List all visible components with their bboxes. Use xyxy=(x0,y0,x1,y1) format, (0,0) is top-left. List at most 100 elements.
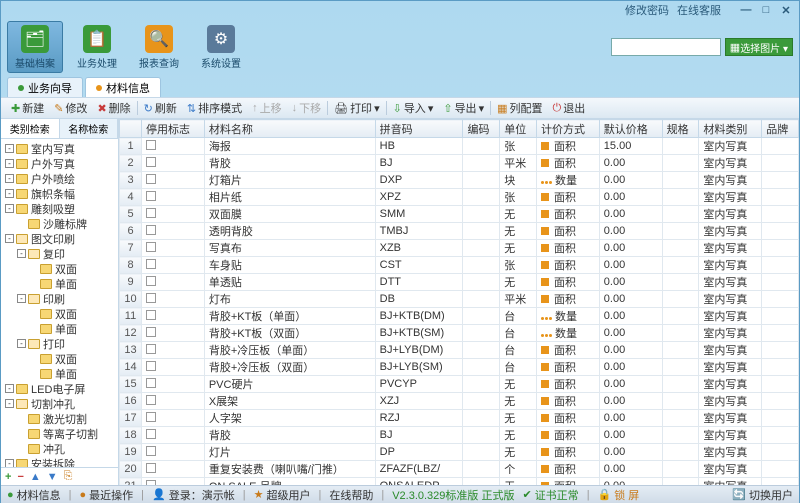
tree-del-button[interactable]: − xyxy=(17,471,23,483)
col-header[interactable]: 编码 xyxy=(463,120,500,138)
tree-item[interactable]: -印刷 xyxy=(3,291,116,306)
table-row[interactable]: 18背胶BJ无 面积0.00室内写真 xyxy=(120,427,799,444)
tree-add-button[interactable]: + xyxy=(5,471,11,483)
disable-checkbox[interactable] xyxy=(146,140,156,150)
sidebar-tab-category[interactable]: 类别检索 xyxy=(1,119,60,138)
tree-up-button[interactable]: ▲ xyxy=(30,471,41,483)
disable-checkbox[interactable] xyxy=(146,225,156,235)
disable-checkbox[interactable] xyxy=(146,242,156,252)
tree-item[interactable]: 单面 xyxy=(3,276,116,291)
table-row[interactable]: 21ON SALE 吊牌ONSALEDP无 面积0.00室内写真 xyxy=(120,478,799,486)
table-row[interactable]: 9单透贴DTT无 面积0.00室内写真 xyxy=(120,274,799,291)
disable-checkbox[interactable] xyxy=(146,327,156,337)
new-button[interactable]: ✚新建 xyxy=(7,99,48,117)
table-row[interactable]: 6透明背胶TMBJ无 面积0.00室内写真 xyxy=(120,223,799,240)
col-header[interactable]: 单位 xyxy=(500,120,537,138)
tree-item[interactable]: -复印 xyxy=(3,246,116,261)
minimize-button[interactable]: — xyxy=(739,4,753,16)
colcfg-button[interactable]: ▦列配置 xyxy=(493,99,546,117)
exit-button[interactable]: ⏻退出 xyxy=(549,99,590,117)
change-password-link[interactable]: 修改密码 xyxy=(625,2,669,18)
tree-item[interactable]: -户外写真 xyxy=(3,156,116,171)
select-image-button[interactable]: ▦ 选择图片 ▾ xyxy=(725,38,793,56)
col-header[interactable]: 停用标志 xyxy=(142,120,205,138)
tree-item[interactable]: 单面 xyxy=(3,321,116,336)
table-row[interactable]: 1海报HB张 面积15.00室内写真 xyxy=(120,138,799,155)
import-button[interactable]: ⇩导入▾ xyxy=(389,99,438,117)
disable-checkbox[interactable] xyxy=(146,191,156,201)
tab-材料信息[interactable]: 材料信息 xyxy=(85,77,161,97)
table-row[interactable]: 17人字架RZJ无 面积0.00室内写真 xyxy=(120,410,799,427)
tree-item[interactable]: 单面 xyxy=(3,366,116,381)
tree-item[interactable]: 双面 xyxy=(3,261,116,276)
tree-item[interactable]: -雕刻吸塑 xyxy=(3,201,116,216)
ribbon-基础档案[interactable]: 🗂基础档案 xyxy=(7,21,63,73)
ribbon-报表查询[interactable]: 🔍报表查询 xyxy=(131,21,187,73)
print-button[interactable]: 🖨打印▾ xyxy=(330,99,384,117)
table-row[interactable]: 5双面膜SMM无 面积0.00室内写真 xyxy=(120,206,799,223)
online-service-link[interactable]: 在线客服 xyxy=(677,2,721,18)
tree-item[interactable]: -旗帜条幅 xyxy=(3,186,116,201)
tree-item[interactable]: 双面 xyxy=(3,306,116,321)
tree-item[interactable]: 激光切割 xyxy=(3,411,116,426)
table-row[interactable]: 14背胶+冷压板（双面）BJ+LYB(SM)台 面积0.00室内写真 xyxy=(120,359,799,376)
export-button[interactable]: ⇧导出▾ xyxy=(439,99,488,117)
col-header[interactable]: 拼音码 xyxy=(375,120,463,138)
table-row[interactable]: 20重复安装费（喇叭嘴/门推）ZFAZF(LBZ/个 面积0.00室内写真 xyxy=(120,461,799,478)
table-row[interactable]: 11背胶+KT板（单面）BJ+KTB(DM)台 数量0.00室内写真 xyxy=(120,308,799,325)
table-row[interactable]: 13背胶+冷压板（单面）BJ+LYB(DM)台 面积0.00室内写真 xyxy=(120,342,799,359)
tab-业务向导[interactable]: 业务向导 xyxy=(7,77,83,97)
table-row[interactable]: 8车身贴CST张 面积0.00室内写真 xyxy=(120,257,799,274)
table-row[interactable]: 3灯箱片DXP块 数量0.00室内写真 xyxy=(120,172,799,189)
close-button[interactable]: ✕ xyxy=(779,4,793,16)
disable-checkbox[interactable] xyxy=(146,361,156,371)
delete-button[interactable]: ✖删除 xyxy=(93,99,134,117)
col-header[interactable]: 材料类别 xyxy=(699,120,762,138)
edit-button[interactable]: ✎修改 xyxy=(50,99,91,117)
disable-checkbox[interactable] xyxy=(146,378,156,388)
disable-checkbox[interactable] xyxy=(146,293,156,303)
disable-checkbox[interactable] xyxy=(146,344,156,354)
ribbon-业务处理[interactable]: 📋业务处理 xyxy=(69,21,125,73)
tree-item[interactable]: 冲孔 xyxy=(3,441,116,456)
up-button[interactable]: ↑上移 xyxy=(248,99,286,117)
maximize-button[interactable]: □ xyxy=(759,4,773,16)
table-row[interactable]: 16X展架XZJ无 面积0.00室内写真 xyxy=(120,393,799,410)
table-row[interactable]: 15PVC硬片PVCYP无 面积0.00室内写真 xyxy=(120,376,799,393)
disable-checkbox[interactable] xyxy=(146,395,156,405)
col-header[interactable]: 品牌 xyxy=(762,120,799,138)
disable-checkbox[interactable] xyxy=(146,276,156,286)
tree-edit-button[interactable]: ⎘ xyxy=(64,470,73,483)
disable-checkbox[interactable] xyxy=(146,429,156,439)
col-header[interactable]: 默认价格 xyxy=(599,120,662,138)
status-lock[interactable]: 🔒锁 屏 xyxy=(598,487,640,503)
disable-checkbox[interactable] xyxy=(146,480,156,486)
tree-down-button[interactable]: ▼ xyxy=(47,471,58,483)
disable-checkbox[interactable] xyxy=(146,310,156,320)
table-row[interactable]: 12背胶+KT板（双面）BJ+KTB(SM)台 数量0.00室内写真 xyxy=(120,325,799,342)
table-row[interactable]: 19灯片DP无 面积0.00室内写真 xyxy=(120,444,799,461)
tree-item[interactable]: 沙雕标牌 xyxy=(3,216,116,231)
tree-item[interactable]: -安装拆除 xyxy=(3,456,116,467)
sort-button[interactable]: ⇅排序模式 xyxy=(183,99,246,117)
tree-item[interactable]: 双面 xyxy=(3,351,116,366)
tree-item[interactable]: -LED电子屏 xyxy=(3,381,116,396)
disable-checkbox[interactable] xyxy=(146,463,156,473)
disable-checkbox[interactable] xyxy=(146,412,156,422)
sidebar-tab-name[interactable]: 名称检索 xyxy=(60,119,119,138)
disable-checkbox[interactable] xyxy=(146,259,156,269)
col-header[interactable]: 计价方式 xyxy=(536,120,599,138)
tree-item[interactable]: -户外喷绘 xyxy=(3,171,116,186)
table-row[interactable]: 7写真布XZB无 面积0.00室内写真 xyxy=(120,240,799,257)
status-last[interactable]: ●最近操作 xyxy=(80,487,134,503)
status-switch[interactable]: 🔄切换用户 xyxy=(732,487,793,503)
status-material[interactable]: ●材料信息 xyxy=(7,487,61,503)
col-header[interactable]: 规格 xyxy=(662,120,699,138)
table-row[interactable]: 4相片纸XPZ张 面积0.00室内写真 xyxy=(120,189,799,206)
down-button[interactable]: ↓下移 xyxy=(288,99,326,117)
col-header[interactable]: 材料名称 xyxy=(204,120,375,138)
disable-checkbox[interactable] xyxy=(146,446,156,456)
tree-item[interactable]: -打印 xyxy=(3,336,116,351)
table-row[interactable]: 10灯布DB平米 面积0.00室内写真 xyxy=(120,291,799,308)
status-help[interactable]: 在线帮助 xyxy=(329,487,373,503)
